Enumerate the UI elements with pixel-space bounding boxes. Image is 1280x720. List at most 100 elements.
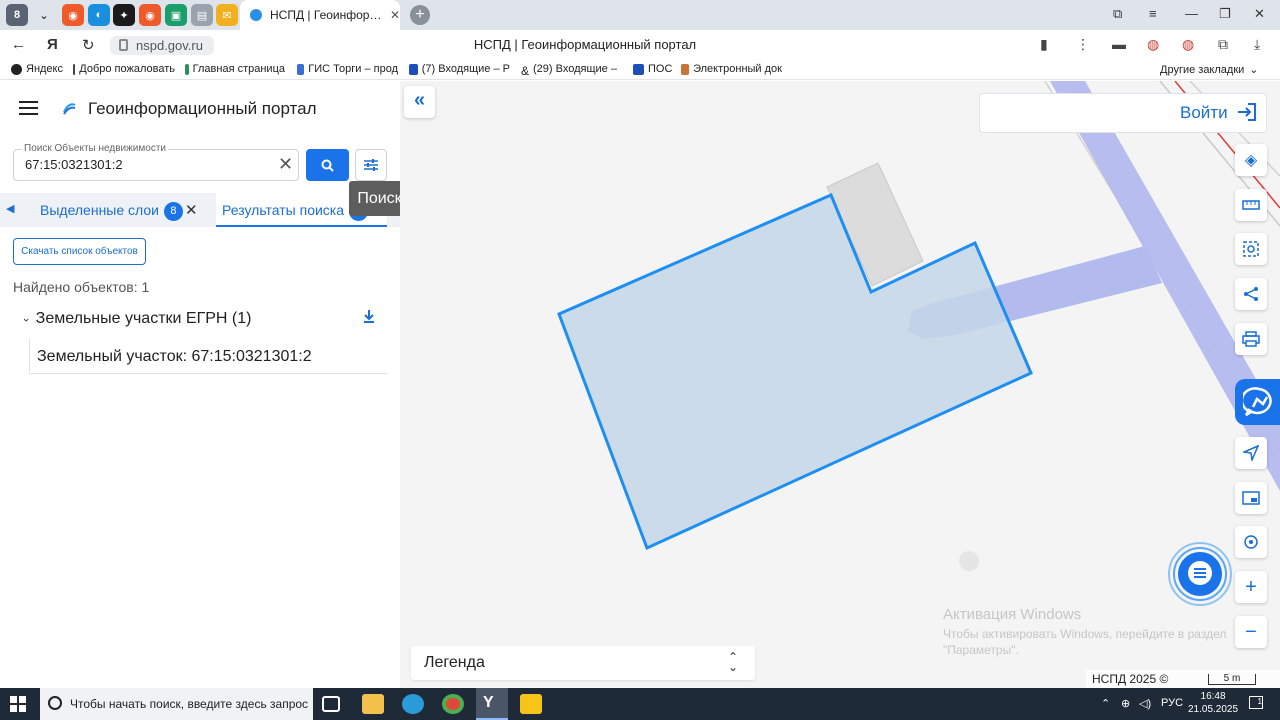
more-options-icon[interactable]: ⋮ <box>1076 36 1090 53</box>
land-parcel-polygon[interactable] <box>557 193 1033 551</box>
bookmark-item[interactable]: Добро пожаловать <box>73 63 175 75</box>
network-icon[interactable]: ⊕ <box>1121 697 1130 710</box>
bookmark-item[interactable]: & (29) Входящие – <box>521 63 621 75</box>
bookmark-label: Яндекс <box>26 63 63 75</box>
yandex-browser-taskbar-button[interactable]: Y <box>476 688 508 720</box>
taskbar-clock[interactable]: 16:48 21.05.2025 <box>1188 690 1238 716</box>
yandex-icon[interactable]: Я <box>47 36 58 53</box>
search-input-label: Поиск Объекты недвижимости <box>22 143 168 154</box>
minimap-button[interactable] <box>1235 482 1267 514</box>
tab-selected-layers[interactable]: Выделенные слои 8 <box>40 202 183 221</box>
language-indicator[interactable]: РУС <box>1161 697 1183 709</box>
collections-icon[interactable]: ⧉ <box>1113 6 1122 22</box>
print-button[interactable] <box>1235 323 1267 355</box>
search-input-value[interactable]: 67:15:0321301:2 <box>25 157 123 172</box>
address-bar: ← Я ↻ nspd.gov.ru НСПД | Геоинформационн… <box>0 30 1280 60</box>
bookmark-item[interactable]: Электронный док <box>681 63 782 75</box>
pinned-tab-icon[interactable]: ◉ <box>139 4 161 26</box>
bookmark-item[interactable]: Яндекс <box>11 63 63 75</box>
extension-icon[interactable]: ◍ <box>1182 36 1194 53</box>
pinned-tab-icon[interactable]: ▣ <box>165 4 187 26</box>
chat-map-icon <box>1243 387 1272 417</box>
download-list-button[interactable]: Скачать список объектов <box>13 238 146 265</box>
ruler-button[interactable] <box>1235 189 1267 221</box>
pinned-tab-icon[interactable]: ▤ <box>191 4 213 26</box>
bookmark-item[interactable]: (7) Входящие – Р <box>409 63 510 75</box>
tab-counter-text: 8 <box>13 9 21 21</box>
clock-date: 21.05.2025 <box>1188 704 1239 715</box>
pinned-tab-mail-icon[interactable]: ✉ <box>216 4 238 26</box>
file-explorer-icon[interactable] <box>362 694 384 714</box>
hamburger-menu-icon[interactable] <box>19 101 38 119</box>
zoom-out-button[interactable]: − <box>1235 616 1267 648</box>
restore-window-button[interactable]: ❐ <box>1219 6 1231 22</box>
downloads-icon[interactable]: ⤓ <box>1254 36 1260 53</box>
extensions-puzzle-icon[interactable]: ⧉ <box>1218 36 1228 53</box>
other-bookmarks[interactable]: Другие закладки ⌄ <box>1160 63 1259 77</box>
show-hidden-icons-icon[interactable]: ⌃ <box>1101 697 1110 710</box>
zoom-in-button[interactable]: + <box>1235 571 1267 603</box>
tab-counter-badge[interactable]: 8 <box>6 4 28 26</box>
task-view-icon[interactable] <box>322 696 340 712</box>
group-label: Земельные участки ЕГРН (1) <box>35 310 252 327</box>
close-tab-icon[interactable]: ✕ <box>185 201 198 219</box>
chrome-browser-icon[interactable] <box>442 694 464 714</box>
browser-menu-icon[interactable]: ≡ <box>1149 6 1157 21</box>
geolocation-button[interactable] <box>1235 526 1267 558</box>
pinned-tab-icon[interactable]: ◐ <box>88 4 110 26</box>
minimap-icon <box>1242 491 1260 505</box>
share-button[interactable] <box>1235 278 1267 310</box>
bookmark-label: (7) Входящие – Р <box>421 63 510 75</box>
taskbar-search-box[interactable]: Чтобы начать поиск, введите здесь запрос <box>40 688 313 720</box>
back-arrow-icon[interactable]: ← <box>11 36 26 53</box>
bookmark-item[interactable]: ГИС Торги – прод <box>297 63 398 75</box>
bookmark-item[interactable]: ПОС <box>633 63 672 75</box>
ruler-icon <box>1242 200 1260 210</box>
select-area-button[interactable] <box>1235 233 1267 265</box>
pinned-tab-icon[interactable]: ✦ <box>113 4 135 26</box>
minimize-window-button[interactable]: — <box>1185 6 1198 21</box>
new-tab-button[interactable]: + <box>410 5 430 25</box>
edge-browser-icon[interactable] <box>402 694 424 714</box>
layers-button[interactable]: ◈ <box>1235 144 1267 176</box>
bookmark-label: Добро пожаловать <box>79 63 175 75</box>
close-tab-icon[interactable]: ✕ <box>390 8 400 22</box>
map-chat-button[interactable] <box>1235 379 1280 425</box>
bookmark-icon[interactable]: ▮ <box>1040 36 1048 53</box>
collapse-panel-button[interactable]: « <box>404 86 435 118</box>
scale-bar: 5 m <box>1208 674 1256 685</box>
notifications-icon[interactable]: 1 <box>1249 696 1263 709</box>
extension-icon[interactable]: ◍ <box>1147 36 1159 53</box>
login-icon <box>1238 103 1256 121</box>
windows-start-icon[interactable] <box>10 696 26 712</box>
pinned-tab-icon[interactable]: ◉ <box>62 4 84 26</box>
map-layer <box>557 81 1280 593</box>
tabs-scroll-left-icon[interactable]: ◀ <box>6 202 14 215</box>
chevron-down-icon: ⌄ <box>1249 64 1259 76</box>
emblem-icon <box>681 63 690 75</box>
clear-search-icon[interactable]: ✕ <box>278 155 293 173</box>
extension-icon[interactable]: ▬ <box>1112 36 1126 52</box>
ampersand-icon: & <box>521 63 530 76</box>
tabs-menu-chevron-icon[interactable]: ⌄ <box>33 4 55 26</box>
side-panel: Геоинформационный портал Поиск Объекты н… <box>0 81 410 688</box>
search-button[interactable] <box>306 149 349 181</box>
count-badge: 8 <box>163 202 183 221</box>
sticky-notes-icon[interactable] <box>520 694 542 714</box>
support-chat-button[interactable] <box>1167 541 1233 607</box>
active-tab[interactable]: НСПД | Геоинформац ✕ <box>240 0 400 30</box>
page-icon <box>73 63 76 75</box>
close-window-button[interactable]: ✕ <box>1254 6 1265 22</box>
search-filter-button[interactable] <box>355 149 387 181</box>
bookmark-item[interactable]: Главная страница <box>185 63 285 75</box>
volume-icon[interactable]: ◁) <box>1139 697 1151 710</box>
list-item[interactable]: Земельный участок: 67:15:0321301:2 <box>29 338 387 374</box>
yandex-plus-icon <box>11 63 22 75</box>
url-field[interactable]: nspd.gov.ru <box>110 36 214 55</box>
map-canvas[interactable] <box>400 81 1280 688</box>
result-group-header[interactable]: › Земельные участки ЕГРН (1) <box>20 310 252 328</box>
navigate-button[interactable] <box>1235 437 1267 469</box>
reload-icon[interactable]: ↻ <box>82 36 95 54</box>
legend-dropdown[interactable]: Легенда ⌃ ⌄ <box>411 646 755 680</box>
download-icon[interactable] <box>363 309 375 323</box>
